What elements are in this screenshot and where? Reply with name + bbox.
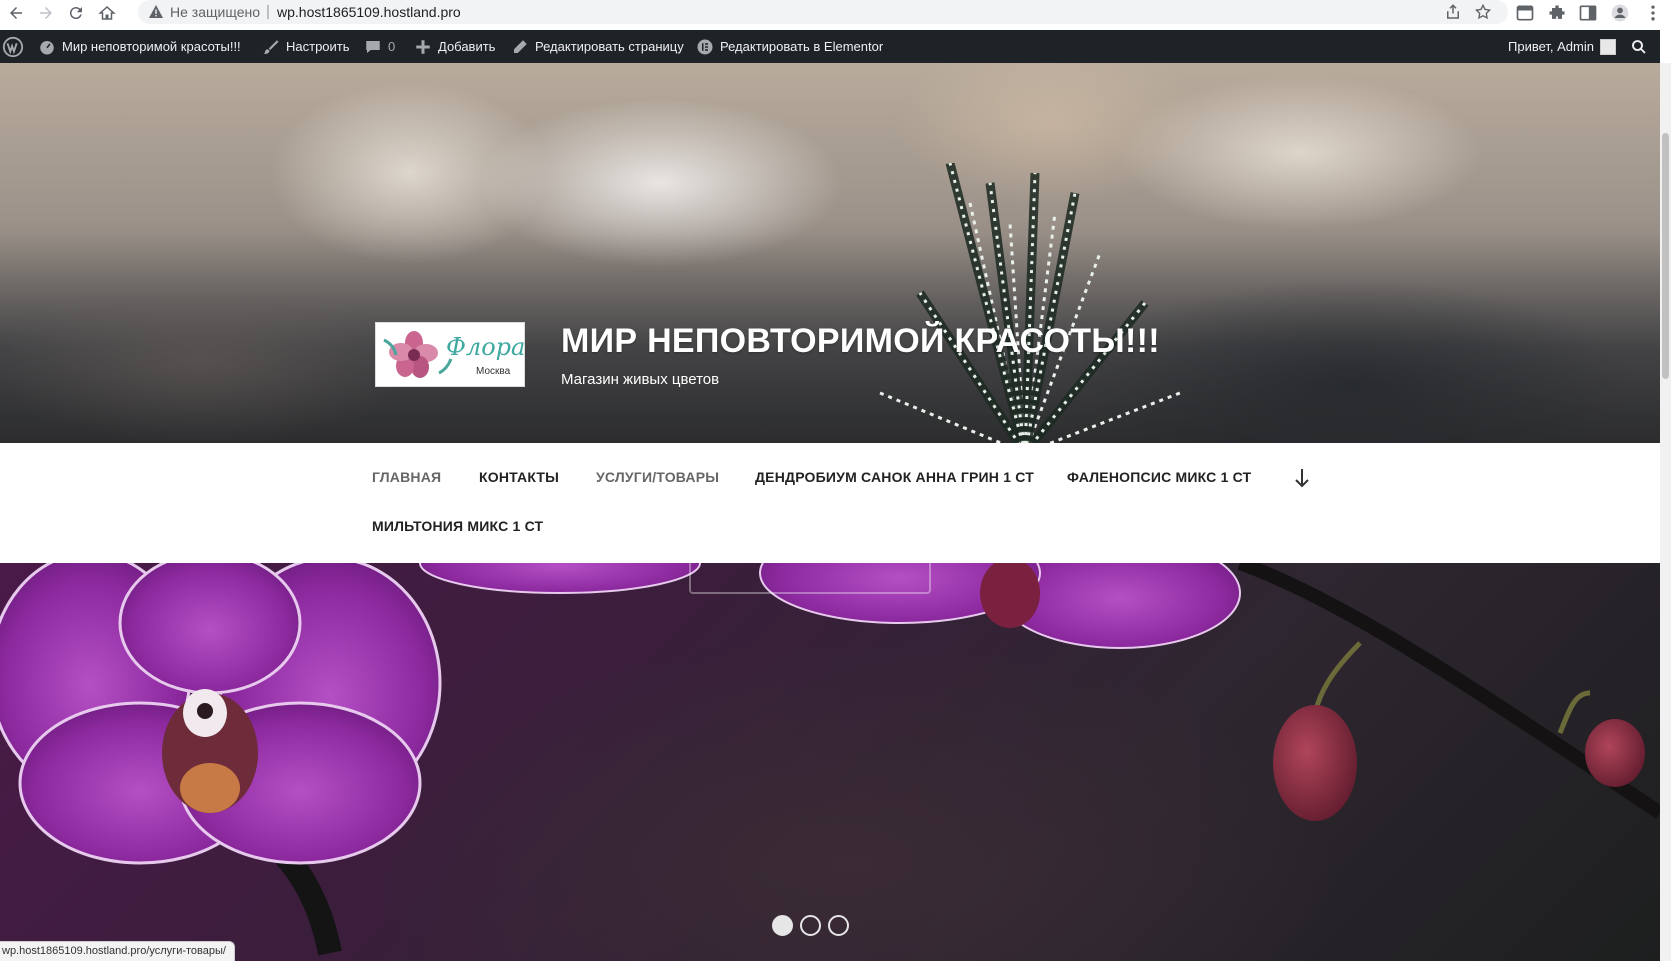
page-scrollbar[interactable]	[1660, 63, 1671, 961]
nav-item-services[interactable]: УСЛУГИ/ТОВАРЫ	[596, 469, 719, 485]
dashboard-icon	[40, 40, 54, 54]
admin-bar-customize[interactable]: Настроить	[262, 30, 350, 63]
main-navigation: ГЛАВНАЯ КОНТАКТЫ УСЛУГИ/ТОВАРЫ ДЕНДРОБИУ…	[0, 443, 1660, 563]
reload-icon[interactable]	[66, 3, 86, 23]
hero-slider	[0, 563, 1660, 961]
nav-item-home[interactable]: ГЛАВНАЯ	[372, 469, 441, 485]
plant-decoration	[879, 163, 1181, 443]
admin-bar-add-new[interactable]: Добавить	[414, 30, 495, 63]
nav-item-phalaenopsis[interactable]: ФАЛЕНОПСИС МИКС 1 СТ	[1067, 469, 1251, 485]
nav-item-miltonia[interactable]: МИЛЬТОНИЯ МИКС 1 СТ	[372, 518, 543, 534]
status-bar-link-preview: wp.host1865109.hostland.pro/услуги-товар…	[0, 941, 235, 961]
logo-subtext: Москва	[476, 366, 511, 377]
url-text[interactable]: wp.host1865109.hostland.pro	[277, 4, 461, 20]
brush-icon	[263, 39, 279, 54]
admin-greeting: Привет, Admin	[1508, 39, 1594, 54]
site-title[interactable]: МИР НЕПОВТОРИМОЙ КРАСОТЫ!!!	[561, 322, 1160, 361]
nav-item-contacts[interactable]: КОНТАКТЫ	[479, 469, 559, 485]
avatar	[1599, 38, 1616, 55]
slider-dot-2[interactable]	[800, 915, 821, 936]
slider-pagination	[772, 915, 849, 936]
admin-bar-elementor-label: Редактировать в Elementor	[720, 39, 884, 54]
wp-admin-bar: Мир неповторимой красоты!!! Настроить 0 …	[0, 30, 1660, 63]
tab-search-icon[interactable]	[1515, 3, 1535, 23]
elementor-icon	[697, 39, 713, 54]
site-logo[interactable]: Флора Москва	[375, 322, 525, 387]
back-icon[interactable]	[6, 3, 26, 23]
wordpress-logo-icon[interactable]	[2, 30, 24, 63]
share-icon[interactable]	[1444, 3, 1462, 21]
slider-dot-1[interactable]	[772, 915, 793, 936]
browser-toolbar: Не защищено | wp.host1865109.hostland.pr…	[0, 0, 1671, 26]
orchid-image	[0, 563, 1660, 956]
url-separator: |	[266, 3, 270, 20]
profile-icon[interactable]	[1610, 3, 1630, 23]
scrollbar-thumb[interactable]	[1662, 133, 1669, 379]
home-icon[interactable]	[97, 3, 117, 23]
pencil-icon	[514, 39, 527, 53]
side-panel-icon[interactable]	[1578, 3, 1598, 23]
security-label[interactable]: Не защищено	[170, 4, 260, 20]
admin-bar-elementor[interactable]: Редактировать в Elementor	[696, 30, 883, 63]
site-tagline: Магазин живых цветов	[561, 371, 720, 388]
admin-bar-edit-label: Редактировать страницу	[535, 39, 684, 54]
admin-bar-add-label: Добавить	[438, 39, 496, 54]
arrow-down-icon[interactable]	[1293, 467, 1311, 489]
header-hero-image: Флора Москва МИР НЕПОВТОРИМОЙ КРАСОТЫ!!!…	[0, 63, 1660, 443]
logo-text: Флора	[446, 333, 526, 361]
hero-overlay	[0, 63, 1660, 443]
bookmark-star-icon[interactable]	[1474, 3, 1492, 21]
admin-bar-comments[interactable]: 0	[364, 30, 395, 63]
slider-dot-3[interactable]	[828, 915, 849, 936]
admin-bar-customize-label: Настроить	[286, 39, 350, 54]
forward-icon[interactable]	[36, 3, 56, 23]
address-bar[interactable]: Не защищено | wp.host1865109.hostland.pr…	[138, 0, 1508, 24]
search-icon[interactable]	[1630, 30, 1648, 63]
comments-count: 0	[388, 39, 396, 54]
comment-icon	[366, 40, 380, 53]
nav-item-dendrobium[interactable]: ДЕНДРОБИУМ САНОК АННА ГРИН 1 СТ	[755, 469, 1034, 485]
warning-icon[interactable]	[148, 4, 164, 20]
more-menu-icon[interactable]	[1643, 3, 1663, 23]
admin-bar-site-label: Мир неповторимой красоты!!!	[62, 39, 241, 54]
admin-bar-edit-page[interactable]: Редактировать страницу	[511, 30, 684, 63]
extensions-icon[interactable]	[1547, 3, 1567, 23]
admin-bar-site-name[interactable]: Мир неповторимой красоты!!!	[38, 30, 241, 63]
admin-bar-account[interactable]: Привет, Admin	[1508, 30, 1616, 63]
plus-icon	[416, 39, 430, 54]
